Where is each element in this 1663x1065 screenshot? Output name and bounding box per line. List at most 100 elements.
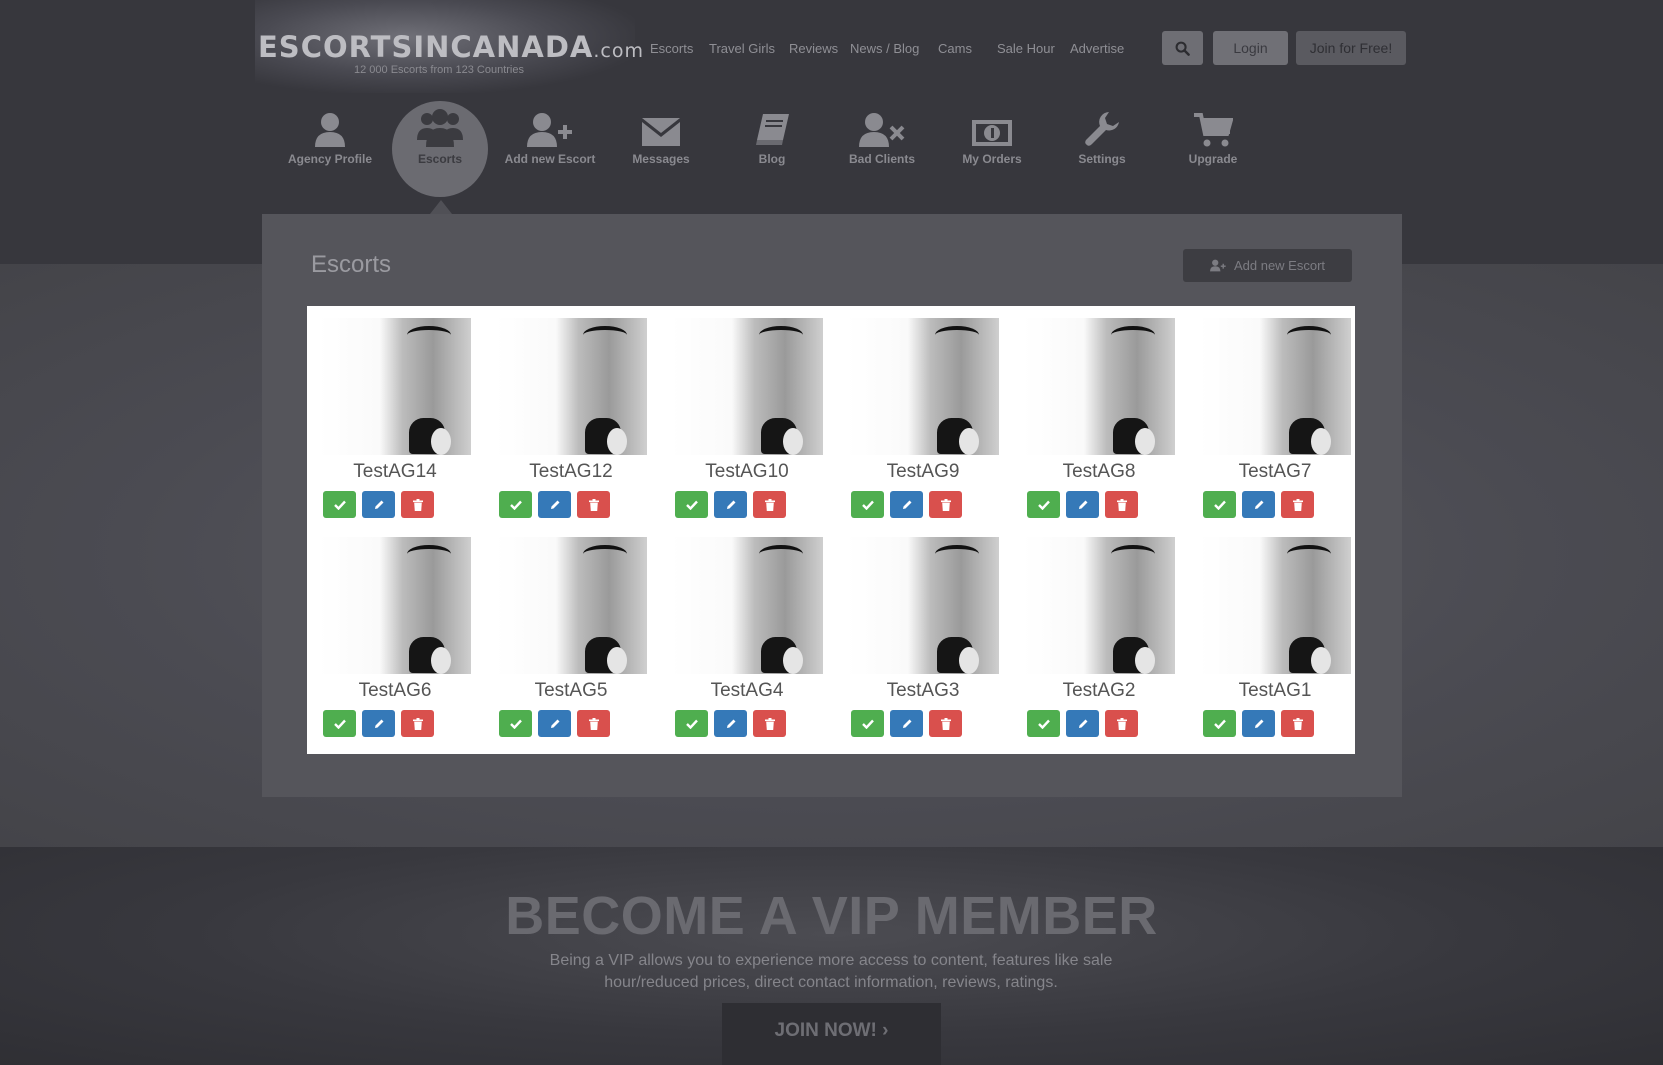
escort-photo[interactable]	[847, 318, 999, 455]
trash-icon	[412, 717, 423, 730]
escort-photo[interactable]	[1023, 537, 1175, 674]
nav-travel-girls[interactable]: Travel Girls	[709, 41, 775, 56]
nav-my-orders[interactable]: My Orders	[937, 100, 1047, 196]
nav-sale-hour[interactable]: Sale Hour	[997, 41, 1055, 56]
nav-escorts[interactable]: Escorts	[650, 41, 693, 56]
edit-button[interactable]	[890, 710, 923, 737]
escort-photo[interactable]	[1199, 318, 1351, 455]
delete-button[interactable]	[1281, 491, 1314, 518]
delete-button[interactable]	[1105, 710, 1138, 737]
edit-button[interactable]	[714, 491, 747, 518]
escort-card: TestAG6	[307, 525, 483, 743]
nav-blog[interactable]: Blog	[717, 100, 827, 196]
trash-icon	[1116, 498, 1127, 511]
delete-button[interactable]	[577, 491, 610, 518]
approve-button[interactable]	[323, 710, 356, 737]
escort-photo[interactable]	[671, 318, 823, 455]
chevron-right-icon: ›	[882, 1020, 889, 1041]
search-button[interactable]	[1162, 31, 1203, 65]
edit-button[interactable]	[714, 710, 747, 737]
nav-agency-profile[interactable]: Agency Profile	[275, 100, 385, 196]
delete-button[interactable]	[401, 710, 434, 737]
escort-actions	[675, 710, 786, 737]
pencil-icon	[1254, 719, 1263, 728]
delete-button[interactable]	[753, 491, 786, 518]
nav-label: Blog	[758, 152, 786, 166]
edit-button[interactable]	[362, 710, 395, 737]
delete-button[interactable]	[577, 710, 610, 737]
approve-button[interactable]	[851, 491, 884, 518]
edit-button[interactable]	[1066, 491, 1099, 518]
pencil-icon	[1254, 500, 1263, 509]
approve-button[interactable]	[675, 491, 708, 518]
approve-button[interactable]	[1203, 491, 1236, 518]
approve-button[interactable]	[851, 710, 884, 737]
escort-photo[interactable]	[1199, 537, 1351, 674]
escort-photo[interactable]	[847, 537, 999, 674]
nav-label: Messages	[632, 152, 690, 166]
delete-button[interactable]	[929, 491, 962, 518]
nav-label: Escorts	[417, 152, 463, 166]
escort-photo[interactable]	[319, 318, 471, 455]
escort-actions	[1027, 491, 1138, 518]
escort-photo[interactable]	[495, 318, 647, 455]
login-button[interactable]: Login	[1213, 31, 1288, 65]
escort-photo[interactable]	[671, 537, 823, 674]
add-new-escort-button[interactable]: Add new Escort	[1183, 249, 1352, 282]
check-icon	[1037, 719, 1050, 729]
nav-upgrade[interactable]: Upgrade	[1158, 100, 1268, 196]
nav-bad-clients[interactable]: Bad Clients	[827, 100, 937, 196]
escort-card: TestAG8	[1011, 306, 1187, 524]
escort-photo[interactable]	[495, 537, 647, 674]
escort-card: TestAG7	[1187, 306, 1363, 524]
escort-name: TestAG6	[358, 680, 432, 701]
nav-advertise[interactable]: Advertise	[1070, 41, 1124, 56]
user-icon	[315, 113, 345, 147]
nav-messages[interactable]: Messages	[606, 100, 716, 196]
approve-button[interactable]	[675, 710, 708, 737]
cart-icon	[1194, 113, 1233, 147]
nav-escorts-dashboard[interactable]: Escorts	[385, 100, 495, 197]
edit-button[interactable]	[538, 491, 571, 518]
approve-button[interactable]	[1203, 710, 1236, 737]
delete-button[interactable]	[1281, 710, 1314, 737]
delete-button[interactable]	[929, 710, 962, 737]
nav-reviews[interactable]: Reviews	[789, 41, 838, 56]
approve-button[interactable]	[499, 491, 532, 518]
approve-button[interactable]	[1027, 710, 1060, 737]
delete-button[interactable]	[753, 710, 786, 737]
nav-add-new-escort[interactable]: Add new Escort	[495, 100, 605, 196]
escort-photo[interactable]	[1023, 318, 1175, 455]
nav-label: My Orders	[962, 152, 1022, 166]
delete-button[interactable]	[401, 491, 434, 518]
join-free-button[interactable]: Join for Free!	[1296, 31, 1406, 65]
logo-text: ESCORTSINCANADA	[258, 30, 594, 64]
check-icon	[861, 719, 874, 729]
edit-button[interactable]	[362, 491, 395, 518]
approve-button[interactable]	[323, 491, 356, 518]
escort-photo[interactable]	[319, 537, 471, 674]
edit-button[interactable]	[1242, 491, 1275, 518]
edit-button[interactable]	[1242, 710, 1275, 737]
edit-button[interactable]	[890, 491, 923, 518]
nav-label: Add new Escort	[504, 152, 596, 166]
nav-settings[interactable]: Settings	[1047, 100, 1157, 196]
escort-name: TestAG2	[1062, 680, 1136, 701]
join-now-button[interactable]: JOIN NOW! ›	[722, 1003, 941, 1065]
check-icon	[861, 500, 874, 510]
escort-name: TestAG8	[1062, 461, 1136, 482]
nav-news-blog[interactable]: News / Blog	[850, 41, 919, 56]
edit-button[interactable]	[538, 710, 571, 737]
approve-button[interactable]	[1027, 491, 1060, 518]
site-logo[interactable]: ESCORTSINCANADA.com 12 000 Escorts from …	[258, 30, 644, 76]
check-icon	[333, 719, 346, 729]
pencil-icon	[550, 500, 559, 509]
check-icon	[333, 500, 346, 510]
nav-label: Bad Clients	[848, 152, 915, 166]
escort-card: TestAG14	[307, 306, 483, 524]
nav-cams[interactable]: Cams	[938, 41, 972, 56]
escort-name: TestAG12	[529, 461, 613, 482]
approve-button[interactable]	[499, 710, 532, 737]
delete-button[interactable]	[1105, 491, 1138, 518]
edit-button[interactable]	[1066, 710, 1099, 737]
